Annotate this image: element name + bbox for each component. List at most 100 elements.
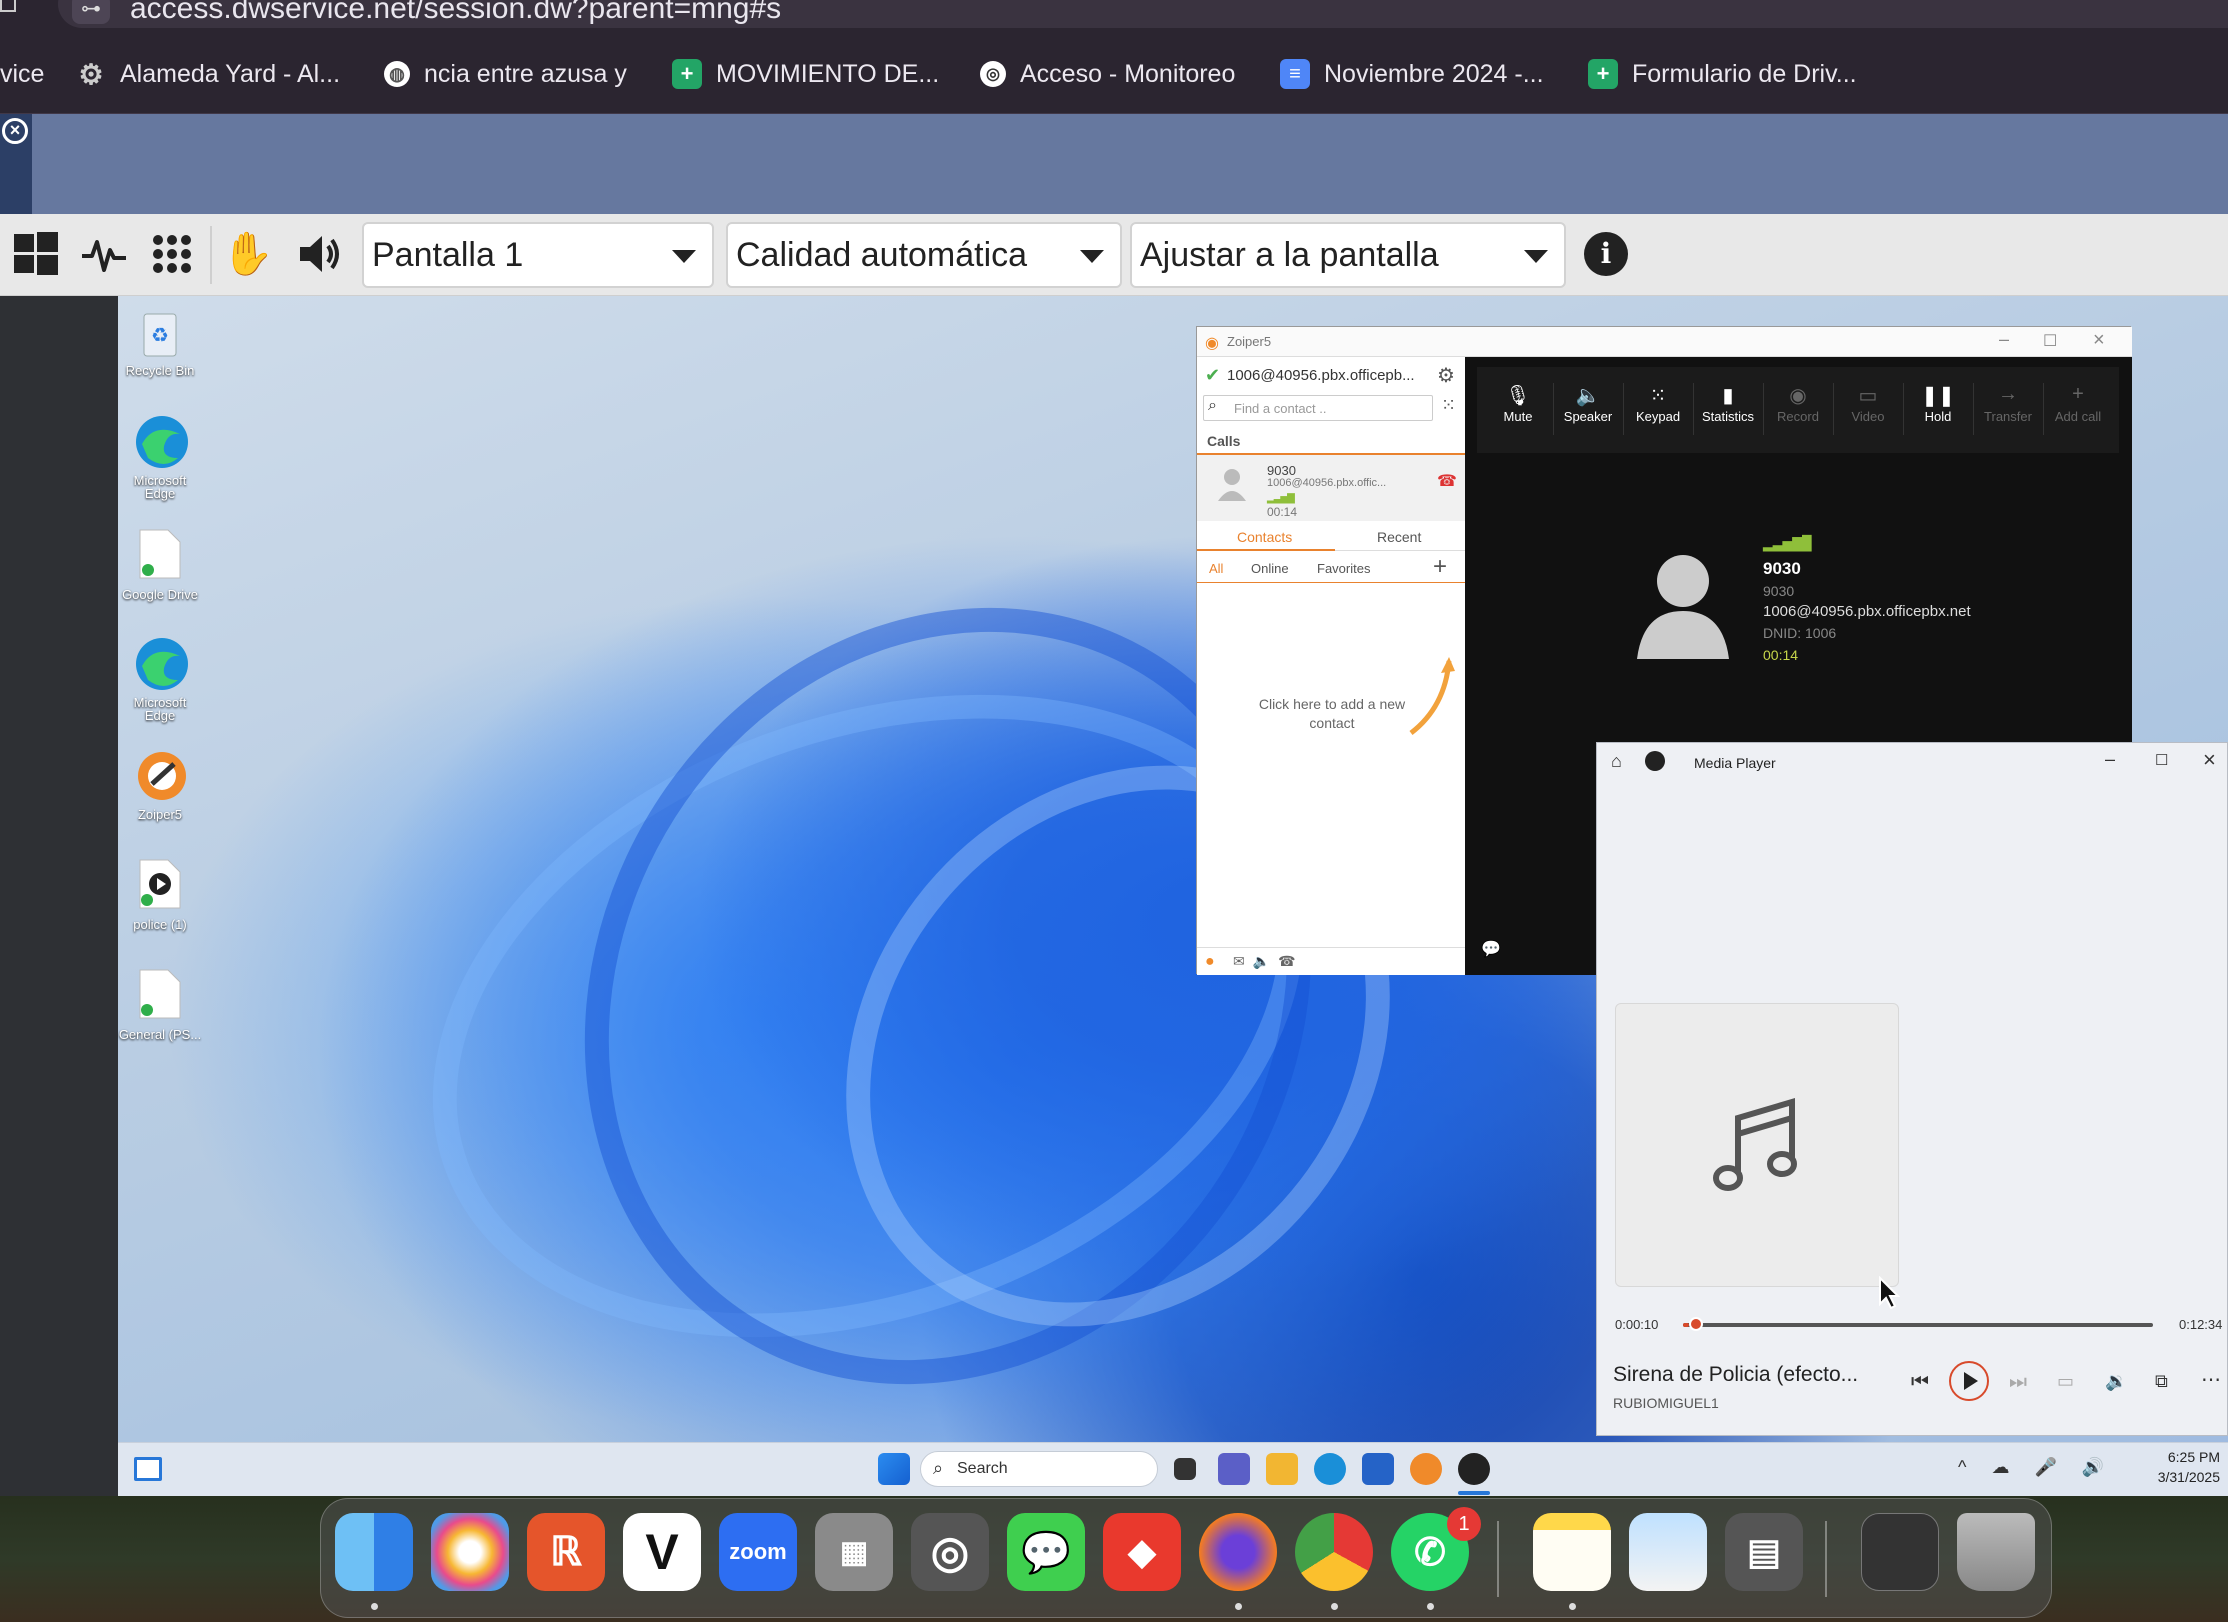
filter-online[interactable]: Online: [1251, 561, 1289, 576]
launchpad-icon[interactable]: ▦: [815, 1513, 893, 1591]
firefox-icon[interactable]: [1199, 1513, 1277, 1591]
media-player-icon[interactable]: [1458, 1453, 1490, 1485]
system-tray-icons[interactable]: ^ ☁ 🎤 🔊: [1958, 1457, 2114, 1478]
call-control-video[interactable]: ▭ Video: [1833, 383, 1903, 424]
desktop-icon-edge[interactable]: Microsoft Edge: [118, 414, 202, 500]
filter-all[interactable]: All: [1209, 561, 1223, 576]
account-label[interactable]: 1006@40956.pbx.officepb...: [1227, 367, 1415, 384]
tray-time[interactable]: 6:25 PM: [2140, 1449, 2220, 1465]
file-explorer-icon[interactable]: [1266, 1453, 1298, 1485]
volume-icon[interactable]: 🔉: [2105, 1371, 2127, 1392]
anydesk-icon[interactable]: ◆: [1103, 1513, 1181, 1591]
call-list-item[interactable]: 9030 1006@40956.pbx.offic... ▂▃▅▇ 00:14 …: [1197, 455, 1465, 521]
tab-contacts[interactable]: Contacts: [1237, 529, 1292, 545]
filter-favorites[interactable]: Favorites: [1317, 561, 1370, 576]
tray-date[interactable]: 3/31/2025: [2140, 1469, 2220, 1485]
music-note-icon: [1713, 1097, 1797, 1191]
call-control-add-call[interactable]: + Add call: [2043, 383, 2113, 424]
site-settings-icon[interactable]: ⊶: [72, 0, 110, 24]
store-icon[interactable]: [1362, 1453, 1394, 1485]
preview-icon[interactable]: [1629, 1513, 1707, 1591]
maximize-icon[interactable]: ☐: [2043, 331, 2057, 351]
calculator-icon[interactable]: ▤: [1725, 1513, 1803, 1591]
bookmark-2[interactable]: ◍ ncia entre azusa y: [384, 54, 627, 94]
desktop-icon-zoiper[interactable]: Zoiper5: [118, 748, 202, 821]
bookmark-3[interactable]: + MOVIMIENTO DE...: [672, 54, 939, 94]
bookmark-5[interactable]: ≡ Noviembre 2024 -...: [1280, 54, 1544, 94]
address-text[interactable]: access.dwservice.net/session.dw?parent=m…: [130, 0, 781, 26]
tab-recent[interactable]: Recent: [1377, 529, 1421, 545]
desktop-icon-general[interactable]: General (PS...: [118, 968, 202, 1041]
next-icon[interactable]: ⏭: [2009, 1371, 2027, 1394]
seek-thumb[interactable]: [1689, 1317, 1704, 1331]
hand-icon[interactable]: ✋: [222, 228, 274, 280]
screen-select[interactable]: Pantalla 1: [362, 222, 714, 288]
call-control-keypad[interactable]: ⁙ Keypad: [1623, 383, 1693, 424]
fit-select[interactable]: Ajustar a la pantalla: [1130, 222, 1566, 288]
reeder-icon[interactable]: ℝ: [527, 1513, 605, 1591]
call-control-transfer[interactable]: → Transfer: [1973, 383, 2043, 424]
call-control-mute[interactable]: 🎙 Mute: [1483, 383, 1553, 424]
call-control-statistics[interactable]: ▮ Statistics: [1693, 383, 1763, 424]
screenshot-stack-icon[interactable]: [1861, 1513, 1939, 1591]
call-control-speaker[interactable]: 🔈 Speaker: [1553, 383, 1623, 424]
bookmark-6[interactable]: + Formulario de Driv...: [1588, 54, 1857, 94]
zoiper-status-icon[interactable]: ●: [1205, 953, 1215, 971]
contact-search[interactable]: ⌕ Find a contact ..: [1203, 395, 1433, 421]
widgets-icon[interactable]: [134, 1457, 162, 1481]
bookmark-4[interactable]: ◎ Acceso - Monitoreo: [980, 54, 1235, 94]
tab-icon[interactable]: [0, 0, 16, 12]
desktop-icon-google-drive[interactable]: Google Drive: [118, 528, 202, 601]
bookmark-1[interactable]: ⚙ Alameda Yard - Al...: [76, 54, 340, 94]
call-control-hold[interactable]: ❚❚ Hold: [1903, 383, 1973, 424]
minimize-icon[interactable]: –: [2105, 749, 2115, 770]
close-icon[interactable]: ×: [2093, 329, 2105, 352]
seek-bar[interactable]: [1683, 1317, 2153, 1331]
messages-icon[interactable]: 💬: [1007, 1513, 1085, 1591]
play-button[interactable]: [1949, 1361, 1989, 1401]
globe-icon: ◍: [384, 61, 410, 87]
more-icon[interactable]: ⋯: [2201, 1367, 2221, 1392]
home-icon[interactable]: ⌂: [1611, 751, 1622, 772]
teams-icon[interactable]: [1218, 1453, 1250, 1485]
captions-icon[interactable]: ▭: [2057, 1371, 2074, 1392]
bookmark-0[interactable]: vice: [0, 54, 44, 94]
task-view-icon[interactable]: [1174, 1458, 1196, 1480]
statistics-icon: ▮: [1722, 385, 1734, 407]
maximize-icon[interactable]: ☐: [2155, 751, 2168, 769]
chrome-icon[interactable]: [1295, 1513, 1373, 1591]
settings-icon[interactable]: ⚙: [1437, 363, 1455, 388]
activity-icon[interactable]: [78, 228, 130, 280]
dialpad-icon[interactable]: ⁙: [1441, 395, 1456, 416]
screen-recorder-icon[interactable]: ◎: [911, 1513, 989, 1591]
mini-player-icon[interactable]: ⧉: [2155, 1371, 2168, 1392]
quality-select[interactable]: Calidad automática: [726, 222, 1122, 288]
add-contact-hint[interactable]: Click here to add a new contact: [1257, 695, 1407, 733]
volume-icon[interactable]: [294, 228, 346, 280]
close-session-icon[interactable]: ×: [2, 118, 28, 144]
chat-icon[interactable]: 💬: [1481, 939, 1501, 959]
start-icon[interactable]: [878, 1453, 910, 1485]
hangup-icon[interactable]: ☎: [1437, 471, 1457, 491]
apps-grid-icon[interactable]: [146, 228, 198, 280]
call-control-record[interactable]: ◉ Record: [1763, 383, 1833, 424]
close-icon[interactable]: ×: [2203, 747, 2216, 773]
finder-icon[interactable]: [335, 1513, 413, 1591]
vectornator-icon[interactable]: V: [623, 1513, 701, 1591]
add-contact-icon[interactable]: +: [1433, 553, 1447, 581]
previous-icon[interactable]: ⏮: [1911, 1371, 1929, 1394]
windows-icon[interactable]: [10, 228, 62, 280]
zoiper-icon[interactable]: [1410, 1453, 1442, 1485]
edge-icon[interactable]: [1314, 1453, 1346, 1485]
desktop-icon-police[interactable]: police (1): [118, 858, 202, 931]
trash-icon[interactable]: [1957, 1513, 2035, 1591]
photos-icon[interactable]: [431, 1513, 509, 1591]
minimize-icon[interactable]: –: [1999, 329, 2009, 350]
info-icon[interactable]: i: [1584, 232, 1628, 276]
zoom-app-icon[interactable]: zoom: [719, 1513, 797, 1591]
desktop-icon-recycle-bin[interactable]: ♻ Recycle Bin: [118, 304, 202, 377]
footer-icons[interactable]: ✉🔈☎: [1233, 953, 1304, 970]
desktop-icon-edge-2[interactable]: Microsoft Edge: [118, 636, 202, 722]
notes-icon[interactable]: [1533, 1513, 1611, 1591]
taskbar-search[interactable]: ⌕ Search: [920, 1451, 1158, 1487]
